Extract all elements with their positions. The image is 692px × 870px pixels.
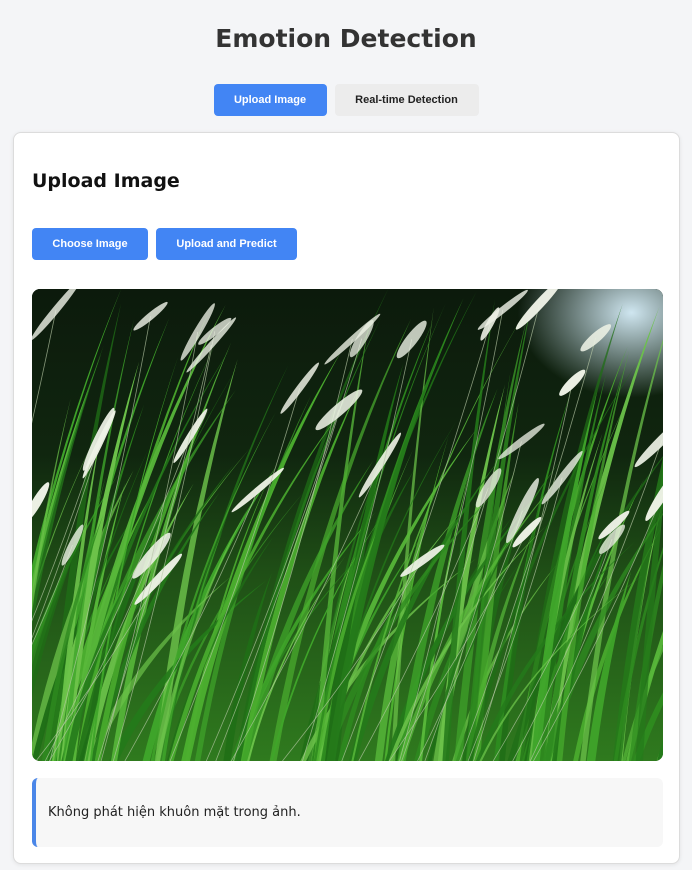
result-message: Không phát hiện khuôn mặt trong ảnh. xyxy=(48,805,301,820)
tab-upload-image[interactable]: Upload Image xyxy=(213,84,327,116)
prediction-result: Không phát hiện khuôn mặt trong ảnh. xyxy=(32,778,663,847)
page-title: Emotion Detection xyxy=(215,24,477,53)
choose-image-button[interactable]: Choose Image xyxy=(32,228,148,260)
upload-section-title: Upload Image xyxy=(32,170,180,192)
mode-tabs: Upload Image Real-time Detection xyxy=(0,84,692,116)
upload-card: Upload Image Choose Image Upload and Pre… xyxy=(13,132,680,864)
tab-realtime-detection[interactable]: Real-time Detection xyxy=(334,84,479,116)
upload-and-predict-button[interactable]: Upload and Predict xyxy=(156,228,297,260)
grass-photo xyxy=(32,289,663,761)
image-preview xyxy=(32,289,663,761)
